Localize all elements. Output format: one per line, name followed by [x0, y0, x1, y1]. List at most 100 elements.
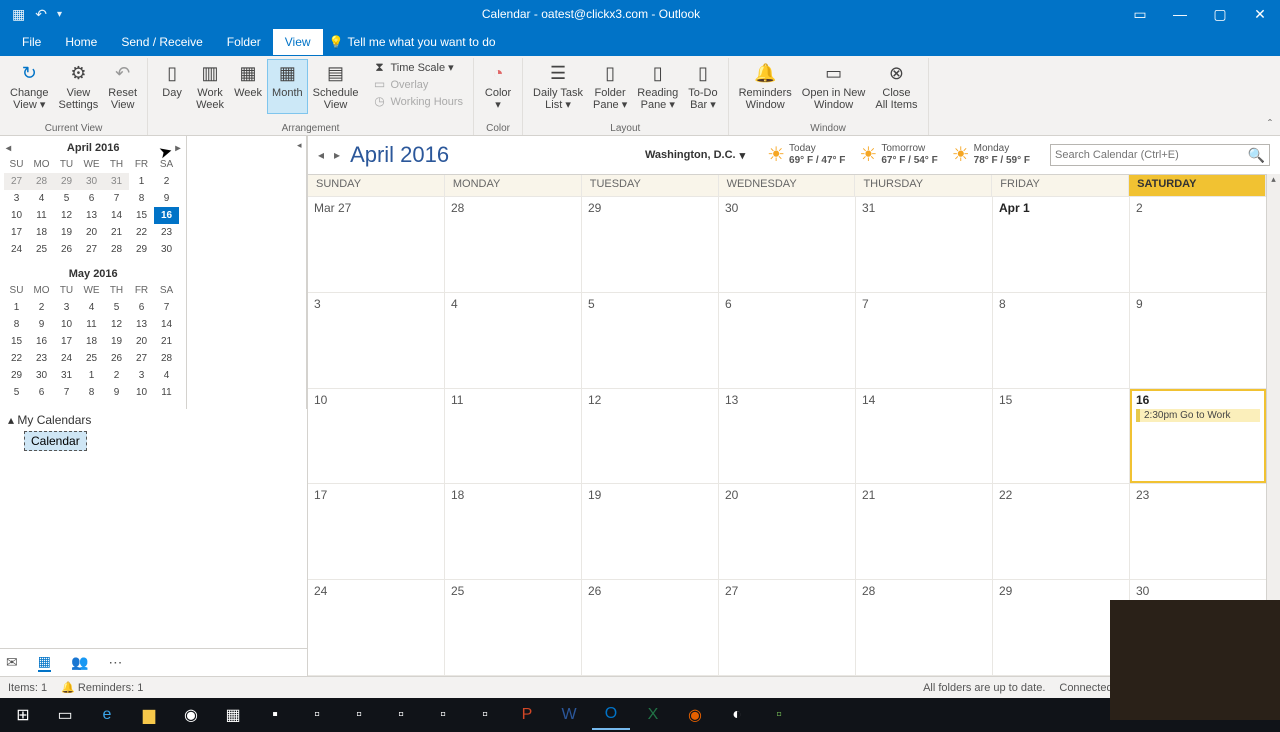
- mini-day[interactable]: 29: [129, 241, 154, 258]
- mini-day[interactable]: 12: [54, 207, 79, 224]
- tab-view[interactable]: View: [273, 29, 323, 55]
- day-cell[interactable]: 26: [582, 580, 719, 675]
- day-cell[interactable]: 30: [719, 197, 856, 292]
- time-scale-button[interactable]: ⧗Time Scale ▾: [369, 60, 468, 76]
- mini-day[interactable]: 6: [29, 384, 54, 401]
- folder-pane-button[interactable]: ▯Folder Pane ▾: [589, 60, 631, 113]
- day-cell[interactable]: 14: [856, 389, 993, 484]
- mini-day[interactable]: 31: [104, 173, 129, 190]
- day-cell[interactable]: 3: [308, 293, 445, 388]
- location-picker[interactable]: Washington, D.C. ▾: [645, 149, 745, 162]
- mini-day[interactable]: 29: [54, 173, 79, 190]
- mini-day[interactable]: 9: [29, 316, 54, 333]
- tab-folder[interactable]: Folder: [215, 29, 273, 55]
- day-cell[interactable]: 12: [582, 389, 719, 484]
- mini-day[interactable]: 8: [129, 190, 154, 207]
- calendar-item[interactable]: Calendar: [24, 431, 87, 451]
- app-icon-2[interactable]: ▫: [424, 700, 462, 730]
- mini-day[interactable]: 23: [29, 350, 54, 367]
- mini-day[interactable]: 3: [54, 299, 79, 316]
- day-cell[interactable]: 20: [719, 484, 856, 579]
- mini-day[interactable]: 27: [4, 173, 29, 190]
- mini-day[interactable]: 10: [54, 316, 79, 333]
- day-cell[interactable]: 10: [308, 389, 445, 484]
- mini-day[interactable]: 18: [79, 333, 104, 350]
- day-cell[interactable]: 18: [445, 484, 582, 579]
- mini-day[interactable]: 6: [129, 299, 154, 316]
- mini-day[interactable]: 2: [104, 367, 129, 384]
- mini-day[interactable]: 26: [54, 241, 79, 258]
- task-view-icon[interactable]: ▭: [46, 700, 84, 730]
- mini-day[interactable]: 30: [79, 173, 104, 190]
- mini-day[interactable]: 10: [4, 207, 29, 224]
- ribbon-options-icon[interactable]: ▭: [1120, 6, 1160, 23]
- mini-day[interactable]: 4: [29, 190, 54, 207]
- mini-day[interactable]: 2: [29, 299, 54, 316]
- mini-day[interactable]: 18: [29, 224, 54, 241]
- mini-day[interactable]: 12: [104, 316, 129, 333]
- day-cell[interactable]: 28: [856, 580, 993, 675]
- collapse-ribbon-icon[interactable]: ˆ: [1268, 117, 1272, 131]
- day-cell[interactable]: 11: [445, 389, 582, 484]
- day-cell[interactable]: 5: [582, 293, 719, 388]
- mini-day[interactable]: 26: [104, 350, 129, 367]
- mini-day[interactable]: 24: [4, 241, 29, 258]
- tell-me[interactable]: 💡 Tell me what you want to do: [323, 35, 1280, 49]
- mini-day[interactable]: 15: [4, 333, 29, 350]
- mini-day[interactable]: 8: [4, 316, 29, 333]
- search-box[interactable]: 🔍: [1050, 144, 1270, 166]
- overlay-button[interactable]: ▭Overlay: [369, 77, 468, 93]
- day-cell[interactable]: 25: [445, 580, 582, 675]
- mini-day[interactable]: 11: [29, 207, 54, 224]
- day-cell[interactable]: 23: [1130, 484, 1266, 579]
- day-cell[interactable]: 27: [719, 580, 856, 675]
- mini-day[interactable]: 22: [129, 224, 154, 241]
- mini-day[interactable]: 24: [54, 350, 79, 367]
- people-icon[interactable]: 👥: [71, 654, 88, 671]
- mini-day[interactable]: 6: [79, 190, 104, 207]
- file-explorer-icon[interactable]: ▆: [130, 700, 168, 730]
- mini-day[interactable]: 28: [29, 173, 54, 190]
- next-month-button[interactable]: ▸: [334, 148, 340, 162]
- powerpoint-icon[interactable]: P: [508, 700, 546, 730]
- day-cell[interactable]: Apr 1: [993, 197, 1130, 292]
- search-input[interactable]: [1055, 149, 1248, 161]
- day-button[interactable]: ▯Day: [154, 60, 190, 113]
- day-cell[interactable]: 6: [719, 293, 856, 388]
- change-view-button[interactable]: ↻Change View ▾: [6, 60, 53, 113]
- mini-day[interactable]: 29: [4, 367, 29, 384]
- calendar-icon[interactable]: ▦: [38, 653, 51, 672]
- app-icon-3[interactable]: ▫: [466, 700, 504, 730]
- day-cell[interactable]: 13: [719, 389, 856, 484]
- more-icon[interactable]: ⋯: [108, 654, 122, 671]
- excel-icon[interactable]: ▫: [340, 700, 378, 730]
- mini-day[interactable]: 30: [154, 241, 179, 258]
- qat-dropdown-icon[interactable]: ▾: [57, 9, 62, 20]
- mini-day[interactable]: 4: [79, 299, 104, 316]
- mini-day[interactable]: 5: [4, 384, 29, 401]
- mini-day[interactable]: 30: [29, 367, 54, 384]
- day-cell[interactable]: 15: [993, 389, 1130, 484]
- maximize-icon[interactable]: ▢: [1200, 6, 1240, 23]
- mini-day[interactable]: 20: [79, 224, 104, 241]
- reading-pane-button[interactable]: ▯Reading Pane ▾: [633, 60, 682, 113]
- mini-day[interactable]: 10: [129, 384, 154, 401]
- todo-bar-button[interactable]: ▯To-Do Bar ▾: [684, 60, 721, 113]
- camtasia-icon[interactable]: ▫: [760, 700, 798, 730]
- mini-day[interactable]: 16: [29, 333, 54, 350]
- word-icon[interactable]: W: [550, 700, 588, 730]
- close-icon[interactable]: ✕: [1240, 6, 1280, 23]
- reminders-window-button[interactable]: 🔔Reminders Window: [735, 60, 796, 113]
- working-hours-button[interactable]: ◷Working Hours: [369, 94, 468, 110]
- mini-day[interactable]: 21: [154, 333, 179, 350]
- close-all-items-button[interactable]: ⊗Close All Items: [871, 60, 921, 113]
- mini-day[interactable]: 13: [129, 316, 154, 333]
- day-cell[interactable]: 4: [445, 293, 582, 388]
- day-cell[interactable]: 19: [582, 484, 719, 579]
- chrome-icon[interactable]: ◉: [172, 700, 210, 730]
- mini-day[interactable]: 5: [104, 299, 129, 316]
- calculator-icon[interactable]: ▦: [214, 700, 252, 730]
- cmd-icon[interactable]: ▪: [256, 700, 294, 730]
- notepad-icon[interactable]: ▫: [298, 700, 336, 730]
- mini-day[interactable]: 11: [154, 384, 179, 401]
